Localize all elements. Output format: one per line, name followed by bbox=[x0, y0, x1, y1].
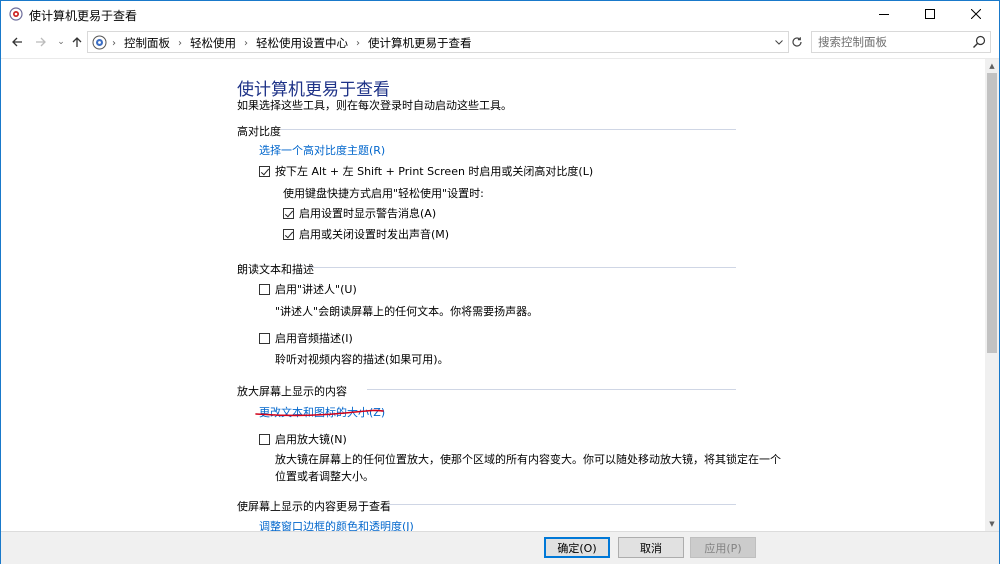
section-title-high-contrast: 高对比度 bbox=[237, 125, 281, 138]
content-area: 使计算机更易于查看 如果选择这些工具，则在每次登录时自动启动这些工具。 高对比度… bbox=[1, 59, 985, 531]
recent-locations-button[interactable]: ⌄ bbox=[53, 33, 69, 51]
chevron-down-icon bbox=[775, 39, 783, 45]
address-dropdown-button[interactable] bbox=[772, 34, 786, 50]
red-underline-annotation bbox=[255, 409, 384, 417]
adjust-window-border-link[interactable]: 调整窗口边框的颜色和透明度(J) bbox=[259, 518, 414, 531]
cancel-button[interactable]: 取消 bbox=[618, 537, 684, 558]
audio-description-checkbox[interactable] bbox=[259, 332, 270, 344]
arrow-left-icon bbox=[12, 37, 22, 47]
breadcrumb-separator[interactable]: › bbox=[178, 38, 182, 49]
scroll-down-button[interactable]: ▼ bbox=[985, 517, 999, 531]
keyboard-shortcut-note: 使用键盘快捷方式启用"轻松使用"设置时: bbox=[283, 187, 484, 200]
triangle-down-icon: ▼ bbox=[989, 520, 995, 528]
section-title-narration: 朗读文本和描述 bbox=[237, 263, 314, 276]
search-input[interactable] bbox=[812, 32, 968, 52]
section-divider bbox=[387, 504, 736, 505]
audio-description-label: 启用音频描述(I) bbox=[275, 332, 353, 345]
apply-button[interactable]: 应用(P) bbox=[690, 537, 756, 558]
close-button[interactable] bbox=[953, 1, 999, 27]
section-divider bbox=[309, 267, 736, 268]
choose-high-contrast-theme-link[interactable]: 选择一个高对比度主题(R) bbox=[259, 142, 385, 158]
search-box bbox=[811, 31, 991, 53]
warning-message-label: 启用设置时显示警告消息(A) bbox=[299, 207, 437, 220]
ok-button[interactable]: 确定(O) bbox=[544, 537, 610, 558]
scroll-up-button[interactable]: ▲ bbox=[985, 59, 999, 73]
section-title-easier-to-see: 使屏幕上显示的内容更易于查看 bbox=[237, 500, 391, 513]
section-title-magnify: 放大屏幕上显示的内容 bbox=[237, 385, 347, 398]
magnifier-option[interactable]: 启用放大镜(N) bbox=[259, 431, 347, 447]
magnifier-checkbox[interactable] bbox=[259, 433, 270, 445]
section-divider bbox=[281, 129, 736, 130]
toggle-sound-option[interactable]: 启用或关闭设置时发出声音(M) bbox=[283, 226, 449, 242]
breadcrumb-separator[interactable]: › bbox=[112, 38, 116, 49]
arrow-right-icon bbox=[36, 37, 46, 47]
breadcrumb-ease-of-access-center[interactable]: 轻松使用设置中心 bbox=[256, 35, 348, 51]
audio-description-text: 聆听对视频内容的描述(如果可用)。 bbox=[275, 353, 449, 366]
breadcrumb: › 控制面板 › 轻松使用 › 轻松使用设置中心 › 使计算机更易于查看 bbox=[112, 35, 472, 51]
high-contrast-shortcut-label: 按下左 Alt + 左 Shift + Print Screen 时启用或关闭高… bbox=[275, 165, 594, 178]
control-panel-icon bbox=[92, 35, 107, 50]
arrow-up-icon bbox=[72, 37, 82, 47]
triangle-up-icon: ▲ bbox=[989, 62, 995, 70]
refresh-icon bbox=[792, 37, 802, 47]
chevron-down-icon: ⌄ bbox=[57, 37, 65, 47]
narrator-checkbox[interactable] bbox=[259, 283, 270, 295]
breadcrumb-separator[interactable]: › bbox=[244, 38, 248, 49]
forward-button[interactable] bbox=[33, 33, 49, 51]
breadcrumb-control-panel[interactable]: 控制面板 bbox=[124, 35, 170, 51]
narrator-option[interactable]: 启用"讲述人"(U) bbox=[259, 281, 357, 297]
refresh-button[interactable] bbox=[789, 31, 805, 53]
control-panel-window: 使计算机更易于查看 ⌄ › 控制面板 › 轻松使用 › 轻松使用设置中心 › 使… bbox=[0, 0, 1000, 564]
breadcrumb-current-page[interactable]: 使计算机更易于查看 bbox=[368, 35, 472, 51]
page-subtitle: 如果选择这些工具，则在每次登录时自动启动这些工具。 bbox=[237, 99, 512, 112]
ease-of-access-icon bbox=[9, 7, 23, 21]
audio-description-option[interactable]: 启用音频描述(I) bbox=[259, 330, 353, 346]
address-box[interactable]: › 控制面板 › 轻松使用 › 轻松使用设置中心 › 使计算机更易于查看 bbox=[87, 31, 789, 53]
search-icon[interactable] bbox=[972, 35, 986, 49]
minimize-button[interactable] bbox=[861, 1, 907, 27]
close-icon bbox=[971, 9, 981, 19]
window-title: 使计算机更易于查看 bbox=[29, 9, 138, 23]
address-bar: ⌄ › 控制面板 › 轻松使用 › 轻松使用设置中心 › 使计算机更易于查看 bbox=[1, 28, 999, 56]
high-contrast-shortcut-option[interactable]: 按下左 Alt + 左 Shift + Print Screen 时启用或关闭高… bbox=[259, 163, 593, 179]
toggle-sound-label: 启用或关闭设置时发出声音(M) bbox=[299, 228, 450, 241]
warning-message-checkbox[interactable] bbox=[283, 207, 294, 219]
up-button[interactable] bbox=[69, 33, 85, 51]
maximize-button[interactable] bbox=[907, 1, 953, 27]
title-bar[interactable]: 使计算机更易于查看 bbox=[1, 1, 999, 27]
narrator-label: 启用"讲述人"(U) bbox=[275, 283, 357, 296]
section-divider bbox=[367, 389, 736, 390]
magnifier-description: 放大镜在屏幕上的任何位置放大，使那个区域的所有内容变大。你可以随处移动放大镜，将… bbox=[275, 453, 781, 483]
high-contrast-shortcut-checkbox[interactable] bbox=[259, 165, 270, 177]
vertical-scrollbar[interactable]: ▲ ▼ bbox=[985, 59, 999, 531]
minimize-icon bbox=[879, 14, 889, 15]
narrator-description: "讲述人"会朗读屏幕上的任何文本。你将需要扬声器。 bbox=[275, 305, 539, 318]
breadcrumb-separator[interactable]: › bbox=[356, 38, 360, 49]
magnifier-label: 启用放大镜(N) bbox=[275, 433, 347, 446]
toggle-sound-checkbox[interactable] bbox=[283, 228, 294, 240]
maximize-icon bbox=[925, 9, 935, 19]
dialog-button-bar: 确定(O) 取消 应用(P) bbox=[1, 531, 999, 564]
back-button[interactable] bbox=[9, 33, 25, 51]
breadcrumb-ease-of-access[interactable]: 轻松使用 bbox=[190, 35, 236, 51]
scrollbar-thumb[interactable] bbox=[987, 73, 997, 353]
warning-message-option[interactable]: 启用设置时显示警告消息(A) bbox=[283, 205, 436, 221]
